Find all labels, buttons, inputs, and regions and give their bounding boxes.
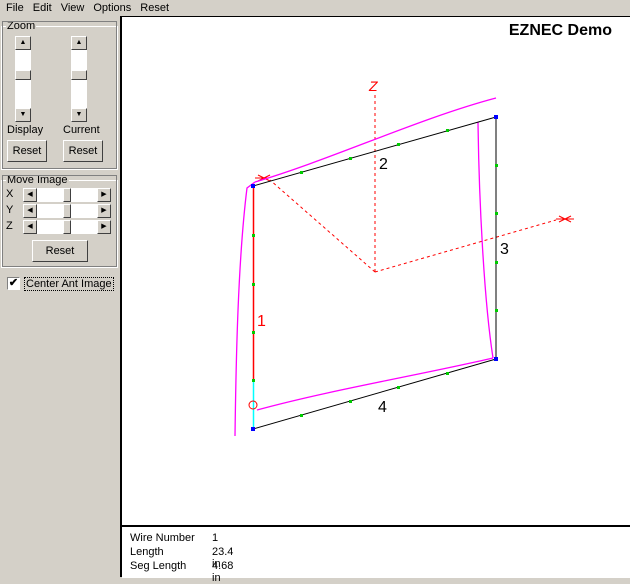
menu-reset[interactable]: Reset (138, 0, 173, 16)
wire-label-3: 3 (500, 241, 509, 258)
menu-bar: File Edit View Options Reset (0, 0, 630, 16)
seg-length-label: Seg Length (130, 560, 187, 572)
scroll-up-icon[interactable]: ▲ (15, 36, 31, 50)
move-image-title: Move Image (7, 174, 68, 186)
menu-edit[interactable]: Edit (31, 0, 56, 16)
display-reset-button[interactable]: Reset (7, 140, 47, 162)
seg-length-value: 4.68 in (212, 560, 234, 584)
current-label: Current (63, 124, 100, 136)
y-label: Y (6, 204, 14, 216)
segment-markers (252, 129, 498, 417)
current-reset-button[interactable]: Reset (63, 140, 103, 162)
x-axis (374, 219, 557, 273)
antenna-drawing: Z 1 2 3 4 (234, 78, 574, 437)
menu-options[interactable]: Options (91, 0, 135, 16)
antenna-view[interactable]: EZNEC Demo Z 1 2 3 4 Wire Number 1 Lengt… (120, 16, 630, 584)
z-axis-label: Z (368, 78, 378, 94)
move-y-scrollbar[interactable]: ◀ ▶ (23, 204, 111, 218)
center-ant-image-label[interactable]: Center Ant Image (24, 277, 114, 291)
z-label: Z (6, 220, 13, 232)
center-ant-image-checkbox[interactable]: ✔ (7, 277, 20, 290)
wire-4[interactable] (252, 358, 497, 430)
wire-info-panel: Wire Number 1 Length 23.4 in Seg Length 4.6… (122, 525, 630, 584)
current-distribution (234, 97, 497, 437)
scroll-down-icon[interactable]: ▼ (71, 108, 87, 122)
wire-label-4: 4 (378, 399, 387, 416)
zoom-group-title: Zoom (7, 20, 36, 32)
display-zoom-scrollbar[interactable]: ▲ ▼ (15, 36, 31, 122)
scroll-up-icon[interactable]: ▲ (71, 36, 87, 50)
move-z-scrollbar[interactable]: ◀ ▶ (23, 220, 111, 234)
move-x-scrollbar[interactable]: ◀ ▶ (23, 188, 111, 202)
x-axis-label (556, 215, 574, 223)
control-panel: Zoom ▲ ▼ ▲ ▼ Display Current Reset Reset… (0, 16, 120, 577)
length-label: Length (130, 546, 164, 558)
menu-view[interactable]: View (59, 0, 89, 16)
scroll-down-icon[interactable]: ▼ (15, 108, 31, 122)
wire-label-2: 2 (379, 156, 388, 173)
current-zoom-scrollbar[interactable]: ▲ ▼ (71, 36, 87, 122)
wire-number-label: Wire Number (130, 532, 195, 544)
wire-label-1: 1 (257, 313, 266, 330)
menu-file[interactable]: File (4, 0, 28, 16)
scroll-thumb[interactable] (15, 70, 31, 80)
scroll-thumb[interactable] (71, 70, 87, 80)
move-reset-button[interactable]: Reset (32, 240, 88, 262)
axes (269, 92, 557, 273)
y-axis (269, 179, 376, 273)
wire-number-value: 1 (212, 532, 219, 544)
display-label: Display (7, 124, 44, 136)
x-label: X (6, 188, 14, 200)
